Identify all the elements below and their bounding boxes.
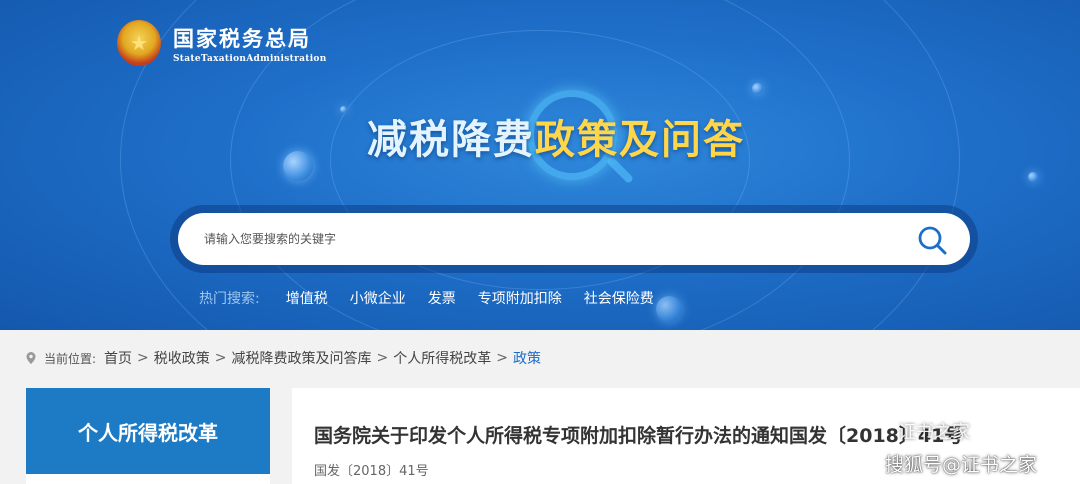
decor-dot <box>283 151 313 181</box>
breadcrumb-position-label: 当前位置: <box>44 351 97 366</box>
org-name-cn: 国家税务总局 <box>173 26 311 51</box>
sidebar-heading[interactable]: 个人所得税改革 <box>26 388 270 474</box>
breadcrumb-current[interactable]: 政策 <box>513 348 541 368</box>
national-emblem-icon: ★ <box>117 20 161 66</box>
hero-title-part2: 政策及问答 <box>535 116 745 163</box>
sidebar: 个人所得税改革 <box>26 388 270 484</box>
breadcrumb-link[interactable]: 个人所得税改革 <box>393 348 491 368</box>
search-input[interactable] <box>204 232 904 246</box>
article-title: 国务院关于印发个人所得税专项附加扣除暂行办法的通知国发〔2018〕41号 <box>314 425 964 447</box>
breadcrumb-separator: > <box>496 350 508 366</box>
hero-title: 减税降费政策及问答 <box>367 107 745 165</box>
header-banner: ★ 国家税务总局 StateTaxationAdministration 减税降… <box>0 0 1080 330</box>
decor-dot <box>752 83 763 94</box>
breadcrumb-home-link[interactable]: 首页 <box>104 348 132 368</box>
hot-search-bar: 热门搜索: 增值税 小微企业 发票 专项附加扣除 社会保险费 <box>199 288 676 308</box>
hot-search-link[interactable]: 专项附加扣除 <box>478 288 562 308</box>
hot-search-link[interactable]: 小微企业 <box>350 288 406 308</box>
breadcrumb-separator: > <box>214 350 227 366</box>
hot-search-label: 热门搜索: <box>199 291 260 307</box>
decor-dot <box>340 106 347 113</box>
wechat-watermark: 证书之家 <box>898 422 970 443</box>
site-logo[interactable]: ★ 国家税务总局 StateTaxationAdministration <box>117 20 327 66</box>
breadcrumb-separator: > <box>376 350 389 366</box>
sohu-watermark: 搜狐号@证书之家 <box>885 454 1038 476</box>
breadcrumb-separator: > <box>137 350 149 366</box>
search-icon[interactable] <box>916 224 948 256</box>
org-name-en: StateTaxationAdministration <box>173 53 327 64</box>
hot-search-link[interactable]: 发票 <box>428 288 456 308</box>
location-pin-icon <box>26 352 36 364</box>
breadcrumb-link[interactable]: 减税降费政策及问答库 <box>232 348 372 368</box>
decor-dot <box>1028 172 1038 182</box>
hot-search-link[interactable]: 社会保险费 <box>584 288 654 308</box>
hot-search-link[interactable]: 增值税 <box>286 288 328 308</box>
breadcrumb-link[interactable]: 税收政策 <box>154 348 210 368</box>
document-number: 国发〔2018〕41号 <box>314 464 429 479</box>
search-bar <box>178 213 970 265</box>
breadcrumb: 当前位置: 首页 > 税收政策 > 减税降费政策及问答库 > 个人所得税改革 >… <box>0 330 1080 386</box>
hero-title-part1: 减税降费 <box>367 116 535 163</box>
